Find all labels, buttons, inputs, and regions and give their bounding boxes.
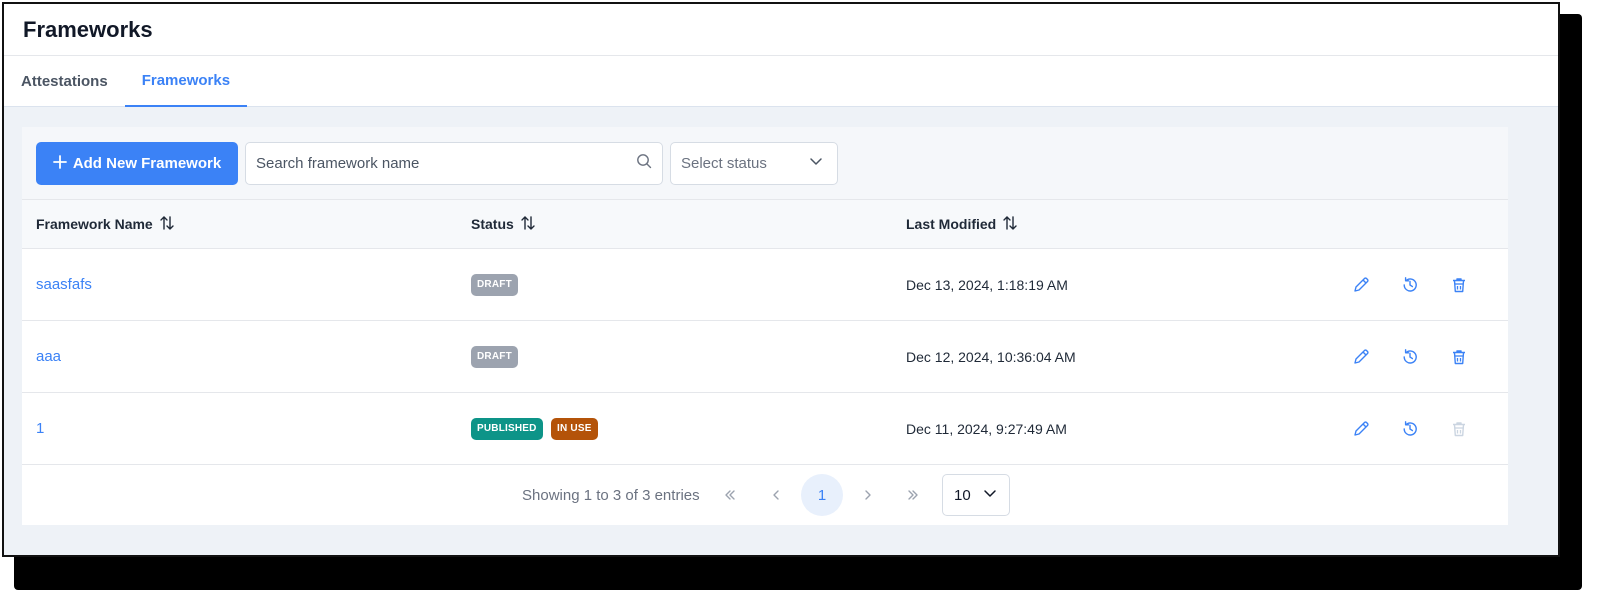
sort-icon[interactable] <box>159 215 175 234</box>
add-new-framework-button[interactable]: Add New Framework <box>36 141 238 185</box>
double-chevron-right-icon[interactable] <box>898 480 928 510</box>
last-modified-cell: Dec 12, 2024, 10:36:04 AM <box>906 348 1076 365</box>
pagination-summary: Showing 1 to 3 of 3 entries <box>522 486 700 504</box>
edit-icon[interactable] <box>1350 346 1372 368</box>
history-icon[interactable] <box>1399 346 1421 368</box>
tab-bar: Attestations Frameworks <box>4 56 1558 107</box>
chevron-down-icon <box>983 486 997 504</box>
chevron-right-icon[interactable] <box>853 480 883 510</box>
tab-frameworks[interactable]: Frameworks <box>124 56 248 107</box>
chevron-down-icon <box>809 154 823 172</box>
edit-icon[interactable] <box>1350 418 1372 440</box>
add-new-framework-label: Add New Framework <box>72 154 222 172</box>
in-use-badge: IN USE <box>551 417 598 440</box>
history-icon[interactable] <box>1399 274 1421 296</box>
framework-name-link[interactable]: 1 <box>36 420 44 437</box>
status-select-placeholder: Select status <box>681 154 767 172</box>
framework-name-link[interactable]: saasfafs <box>36 276 92 293</box>
page-button-current[interactable]: 1 <box>801 474 843 516</box>
search-field[interactable] <box>245 141 663 185</box>
status-cell: PUBLISHED IN USE <box>471 417 602 440</box>
chevron-left-icon[interactable] <box>761 480 791 510</box>
status-cell: DRAFT <box>471 345 522 368</box>
edit-icon[interactable] <box>1350 274 1372 296</box>
column-header-framework-name[interactable]: Framework Name <box>36 215 175 234</box>
column-header-status[interactable]: Status <box>471 215 536 234</box>
trash-icon[interactable] <box>1448 346 1470 368</box>
table-row: saasfafs DRAFT Dec 13, 2024, 1:18:19 AM <box>22 249 1508 321</box>
page-size-select[interactable]: 10 <box>942 474 1010 516</box>
page-title: Frameworks <box>23 16 153 42</box>
history-icon[interactable] <box>1399 418 1421 440</box>
sort-icon[interactable] <box>520 215 536 234</box>
search-icon[interactable] <box>636 153 652 174</box>
last-modified-cell: Dec 13, 2024, 1:18:19 AM <box>906 276 1068 293</box>
sort-icon[interactable] <box>1002 215 1018 234</box>
trash-icon-disabled <box>1448 418 1470 440</box>
frameworks-table: Framework Name Status Last Modified saas… <box>22 199 1508 525</box>
plus-icon <box>52 153 67 173</box>
status-select[interactable]: Select status <box>670 141 838 185</box>
page-size-value: 10 <box>954 486 971 504</box>
table-header: Framework Name Status Last Modified <box>22 199 1508 249</box>
row-actions <box>1350 274 1470 296</box>
page-header: Frameworks <box>4 4 1558 56</box>
status-badge: PUBLISHED <box>471 417 543 440</box>
status-cell: DRAFT <box>471 273 522 296</box>
table-row: 1 PUBLISHED IN USE Dec 11, 2024, 9:27:49… <box>22 393 1508 465</box>
status-badge: DRAFT <box>471 345 518 368</box>
app-window: Frameworks Attestations Frameworks Add N… <box>2 2 1560 557</box>
row-actions <box>1350 418 1470 440</box>
last-modified-cell: Dec 11, 2024, 9:27:49 AM <box>906 420 1067 437</box>
status-badge: DRAFT <box>471 273 518 296</box>
framework-name-link[interactable]: aaa <box>36 348 61 365</box>
double-chevron-left-icon[interactable] <box>715 480 745 510</box>
tab-attestations[interactable]: Attestations <box>4 56 125 107</box>
pagination: Showing 1 to 3 of 3 entries 1 10 <box>22 465 1508 525</box>
search-input[interactable] <box>256 154 636 172</box>
table-row: aaa DRAFT Dec 12, 2024, 10:36:04 AM <box>22 321 1508 393</box>
trash-icon[interactable] <box>1448 274 1470 296</box>
frameworks-panel: Add New Framework Select status Framewor… <box>22 127 1508 525</box>
toolbar: Add New Framework Select status <box>22 127 1508 199</box>
column-header-last-modified[interactable]: Last Modified <box>906 215 1018 234</box>
row-actions <box>1350 346 1470 368</box>
